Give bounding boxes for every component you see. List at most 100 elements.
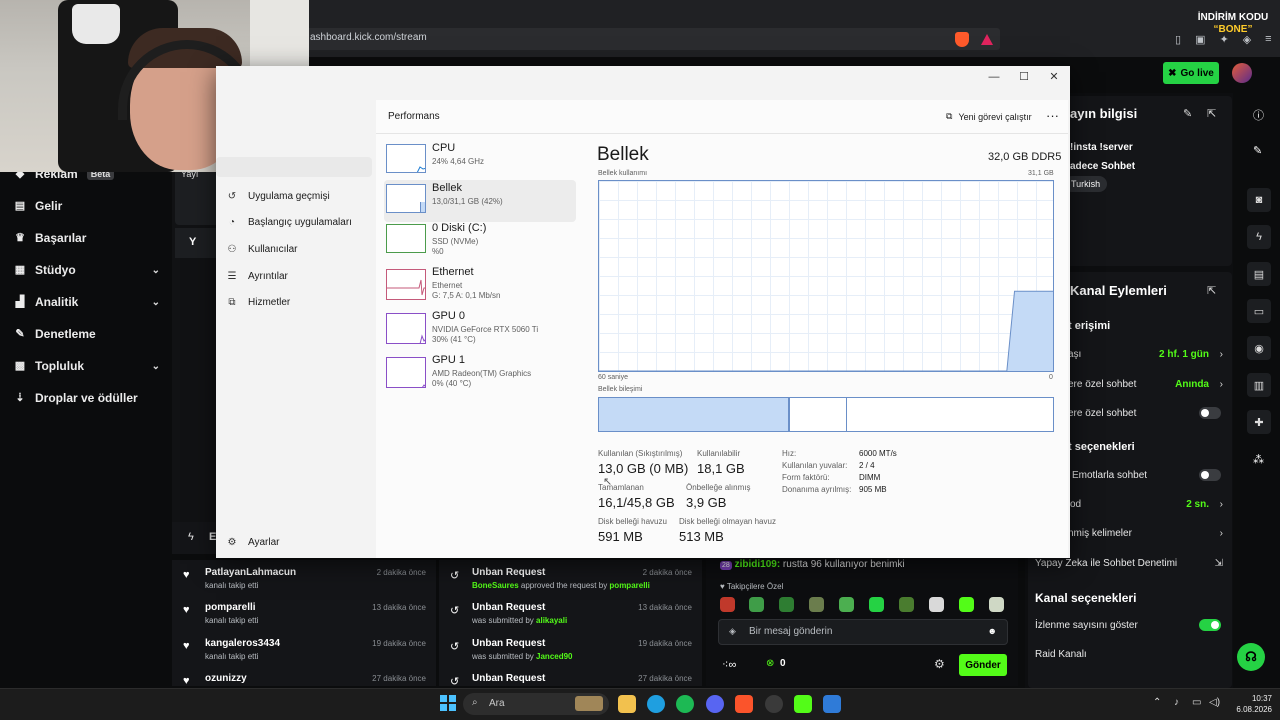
chevron-up-icon[interactable]: ⌃ bbox=[1153, 697, 1161, 708]
go-live-button[interactable]: ✖ Go live bbox=[1163, 62, 1219, 84]
task-manager-taskbar-icon[interactable] bbox=[823, 695, 841, 713]
edit-icon[interactable]: ✎ bbox=[1183, 107, 1192, 120]
setting-toggle[interactable] bbox=[1199, 407, 1221, 419]
emote[interactable] bbox=[989, 597, 1004, 612]
share-icon[interactable]: ⁂ bbox=[1253, 453, 1264, 466]
more-options-icon[interactable]: ··· bbox=[1046, 108, 1059, 123]
nav-services[interactable]: ⧉ Hizmetler bbox=[226, 294, 290, 310]
run-new-task-button[interactable]: ⧉ Yeni görevi çalıştır bbox=[946, 111, 1032, 122]
address-bar[interactable]: ashboard.kick.com/stream bbox=[290, 28, 1000, 50]
network-icon[interactable]: ▭ bbox=[1192, 697, 1201, 708]
taskbar-clock[interactable]: 10:37 6.08.2026 bbox=[1228, 693, 1272, 715]
list-item[interactable]: ♥ ozunizzy 27 dakika önce bbox=[172, 670, 436, 686]
kick-app-icon[interactable] bbox=[794, 695, 812, 713]
emote[interactable] bbox=[839, 597, 854, 612]
nav-details[interactable]: ☰ Ayrıntılar bbox=[226, 268, 288, 284]
page-title: Performans bbox=[388, 111, 440, 122]
maximize-icon[interactable]: ☐ bbox=[1014, 69, 1034, 85]
gear-icon[interactable]: ⚙ bbox=[934, 657, 945, 671]
chat-input[interactable]: ◈ Bir mesaj gönderin ☻ bbox=[718, 619, 1008, 645]
avatar[interactable] bbox=[1232, 63, 1252, 83]
spotify-icon[interactable] bbox=[676, 695, 694, 713]
nav-users[interactable]: ⚇ Kullanıcılar bbox=[226, 241, 298, 257]
sidebar-item-denetleme[interactable]: ✎ Denetleme bbox=[14, 324, 160, 344]
sidebar-icon[interactable]: ▯ bbox=[1175, 33, 1181, 46]
resource-cpu[interactable]: CPU 24% 4,64 GHz bbox=[384, 140, 576, 182]
popout-icon[interactable]: ⇱ bbox=[1207, 107, 1216, 120]
sidebar-item-gelir[interactable]: ▤ Gelir bbox=[14, 196, 160, 216]
obs-icon[interactable] bbox=[765, 695, 783, 713]
emote[interactable] bbox=[809, 597, 824, 612]
emote[interactable] bbox=[899, 597, 914, 612]
emoji-icon[interactable]: ☻ bbox=[988, 626, 997, 636]
tools-icon[interactable]: ✚ bbox=[1247, 410, 1271, 434]
setting-row[interactable]: Raid Kanalı bbox=[1035, 645, 1223, 663]
heart-icon: ♥ bbox=[183, 569, 190, 581]
list-item[interactable]: ↺ Unban Request 27 dakika önce bbox=[439, 670, 702, 686]
close-icon[interactable]: ✕ bbox=[1044, 69, 1064, 85]
sidebar-item-studyo[interactable]: ▦ Stüdyo ⌄ bbox=[14, 260, 160, 280]
popout-icon[interactable]: ⇱ bbox=[1207, 284, 1216, 297]
sidebar-item-droplar[interactable]: ⇣ Droplar ve ödüller bbox=[14, 388, 160, 408]
list-item[interactable]: ♥ pomparelli kanalı takip etti 13 dakika ön… bbox=[172, 599, 436, 633]
heart-icon: ♥ bbox=[183, 640, 190, 652]
language-tag: Turkish bbox=[1064, 176, 1108, 192]
minimize-icon[interactable]: — bbox=[984, 69, 1004, 85]
emote[interactable] bbox=[749, 597, 764, 612]
kick-coin-icon: ⊗ bbox=[766, 658, 775, 669]
lightning-icon[interactable]: ϟ bbox=[1247, 225, 1271, 249]
resource-disk[interactable]: 0 Diski (C:) SSD (NVMe) %0 bbox=[384, 220, 576, 262]
emote[interactable] bbox=[959, 597, 974, 612]
resource-memory[interactable]: Bellek 13,0/31,1 GB (42%) bbox=[384, 180, 576, 222]
taskbar-search[interactable]: ⌕ Ara bbox=[463, 693, 609, 715]
brave-rewards-icon[interactable] bbox=[981, 34, 993, 45]
chat-username[interactable]: zibidi109: bbox=[735, 559, 781, 570]
broadcast-icon[interactable]: ◉ bbox=[1247, 336, 1271, 360]
nav-settings[interactable]: ⚙ Ayarlar bbox=[226, 534, 280, 550]
file-explorer-icon[interactable] bbox=[618, 695, 636, 713]
emote[interactable] bbox=[869, 597, 884, 612]
list-item[interactable]: ♥ PatlayanLahmacun kanalı takip etti 2 daki… bbox=[172, 564, 436, 598]
support-icon[interactable]: ☊ bbox=[1237, 643, 1265, 671]
list-item[interactable]: ♥ kangaleros3434 kanalı takip etti 19 dakik… bbox=[172, 635, 436, 669]
sidebar-item-basarilar[interactable]: ♛ Başarılar bbox=[14, 228, 160, 248]
nav-app-history[interactable]: ↺ Uygulama geçmişi bbox=[226, 188, 330, 204]
list-item[interactable]: ↺ Unban Request was submitted by alikayali… bbox=[439, 599, 702, 633]
setting-toggle[interactable] bbox=[1199, 469, 1221, 481]
emote[interactable] bbox=[929, 597, 944, 612]
resource-ethernet[interactable]: Ethernet Ethernet G: 7,5 A: 0,1 Mb/sn bbox=[384, 264, 576, 306]
volume-icon[interactable]: ◁) bbox=[1209, 697, 1220, 708]
emote[interactable] bbox=[720, 597, 735, 612]
brave-shield-icon[interactable] bbox=[955, 32, 969, 47]
nav-startup-apps[interactable]: ◔ Başlangıç uygulamaları bbox=[226, 214, 352, 230]
resource-gpu1[interactable]: GPU 1 AMD Radeon(TM) Graphics 0% (40 °C) bbox=[384, 352, 576, 394]
pencil-icon[interactable]: ✎ bbox=[1253, 144, 1262, 157]
windows-start-icon[interactable] bbox=[440, 695, 456, 711]
follow-time: 13 dakika önce bbox=[372, 603, 426, 612]
resource-gpu0[interactable]: GPU 0 NVIDIA GeForce RTX 5060 Ti 30% (41… bbox=[384, 308, 576, 350]
sidebar-item-label: Analitik bbox=[35, 295, 79, 309]
list-item[interactable]: ↺ Unban Request was submitted by Janced90 1… bbox=[439, 635, 702, 669]
edge-icon[interactable] bbox=[647, 695, 665, 713]
list-item[interactable]: ↺ Unban Request BoneSaures approved the re… bbox=[439, 564, 702, 598]
sidebar-item-topluluk[interactable]: ▩ Topluluk ⌄ bbox=[14, 356, 160, 376]
request-time: 13 dakika önce bbox=[638, 603, 692, 612]
points-icon[interactable]: ⁖∞ bbox=[722, 658, 736, 671]
microphone-icon[interactable]: ♪ bbox=[1174, 697, 1179, 708]
wrench-icon: ✎ bbox=[15, 328, 25, 340]
sidebar-item-analitik[interactable]: ▟ Analitik ⌄ bbox=[14, 292, 160, 312]
stat-label: Kullanılan (Sıkıştırılmış) bbox=[598, 449, 683, 458]
send-button[interactable]: Gönder bbox=[959, 654, 1007, 676]
detail-key: Kullanılan yuvalar: bbox=[782, 461, 848, 470]
camera-icon[interactable]: ◙ bbox=[1247, 188, 1271, 212]
sidebar-item-label: Denetleme bbox=[35, 327, 96, 341]
emote[interactable] bbox=[779, 597, 794, 612]
clipboard-icon[interactable]: ▤ bbox=[1247, 262, 1271, 286]
brave-icon[interactable] bbox=[735, 695, 753, 713]
chat-bubble-icon[interactable]: ▭ bbox=[1247, 299, 1271, 323]
discord-icon[interactable] bbox=[706, 695, 724, 713]
memory-modified-separator bbox=[846, 398, 848, 431]
server-icon[interactable]: ▥ bbox=[1247, 373, 1271, 397]
info-icon[interactable]: ⓘ bbox=[1253, 107, 1264, 123]
show-viewers-toggle[interactable] bbox=[1199, 619, 1221, 631]
